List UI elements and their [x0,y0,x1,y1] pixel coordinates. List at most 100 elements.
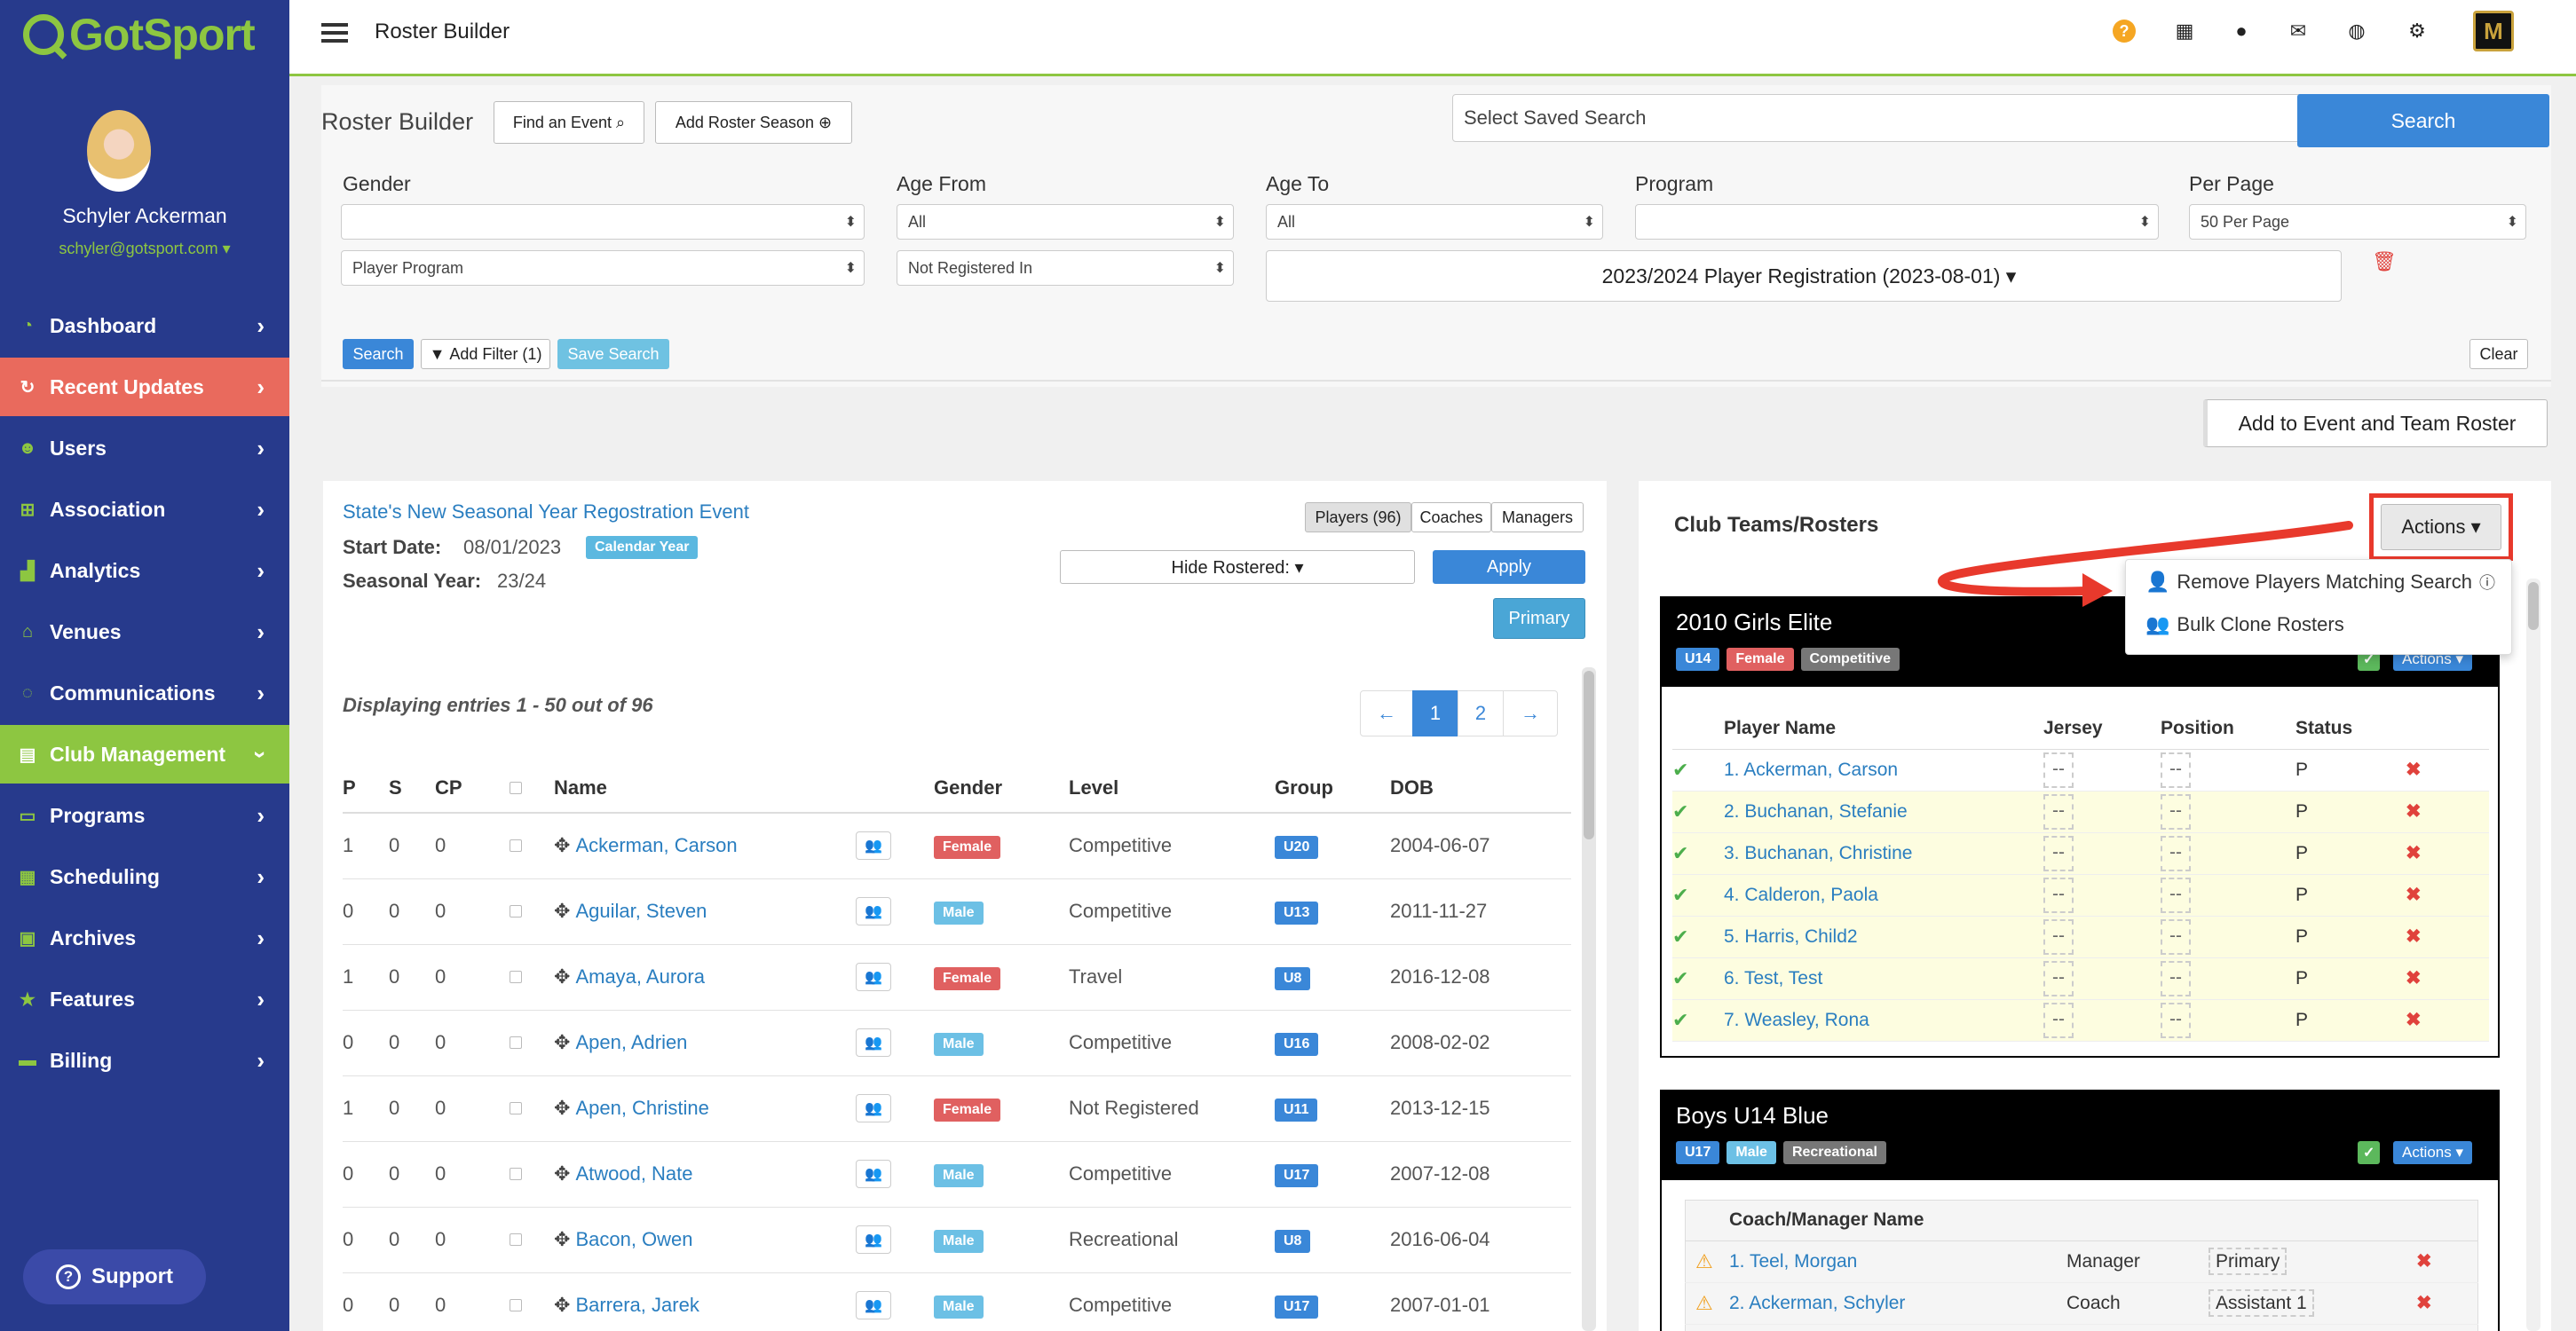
prev-page-button[interactable]: ← [1360,690,1413,736]
jersey-field[interactable]: -- [2043,960,2074,996]
move-icon[interactable]: ✥ [554,834,570,856]
users-icon[interactable]: 👥 [856,1028,891,1057]
help-icon[interactable]: ? [2113,20,2136,43]
col-dob[interactable]: DOB [1390,763,1571,814]
comments-icon[interactable]: ◍ [2343,18,2370,44]
player-name-link[interactable]: 5. Harris, Child2 [1724,926,1858,947]
remove-icon[interactable]: ✖ [2416,1293,2432,1313]
trash-icon[interactable]: 🗑 [2372,250,2397,273]
remove-icon[interactable]: ✖ [2406,801,2422,822]
team-actions-button[interactable]: Actions ▾ [2393,1141,2473,1164]
position-field[interactable]: -- [2161,918,2191,955]
per-page-select[interactable]: 50 Per Page [2189,204,2526,240]
row-checkbox[interactable] [510,1102,522,1114]
users-icon[interactable]: 👥 [856,1160,891,1188]
row-checkbox[interactable] [510,1168,522,1180]
gear-icon[interactable]: ⚙ [2404,18,2430,44]
hide-rostered-dropdown[interactable]: Hide Rostered: ▾ [1060,550,1415,584]
users-icon[interactable]: 👥 [856,963,891,991]
users-icon[interactable]: 👥 [856,1225,891,1254]
sidebar-item-communications[interactable]: ◌ Communications › [0,664,289,722]
player-name-link[interactable]: 7. Weasley, Rona [1724,1010,1869,1030]
age-to-select[interactable]: All [1266,204,1603,240]
page-2-button[interactable]: 2 [1458,690,1504,736]
player-name-link[interactable]: Amaya, Aurora [575,965,705,988]
saved-search-select[interactable]: Select Saved Search [1452,94,2329,142]
tab-coaches[interactable]: Coaches [1411,502,1491,532]
col-group[interactable]: Group [1275,763,1390,814]
staff-name-link[interactable]: 2. Ackerman, Schyler [1729,1293,1905,1313]
players-scrollbar[interactable] [1582,667,1596,1331]
hamburger-menu-icon[interactable] [321,23,348,43]
position-field[interactable]: -- [2161,752,2191,788]
col-select-all[interactable] [510,763,554,814]
sidebar-item-recent-updates[interactable]: ↻ Recent Updates › [0,358,289,416]
position-field[interactable]: -- [2161,877,2191,913]
users-icon[interactable]: 👥 [856,897,891,925]
users-icon[interactable]: 👥 [856,1094,891,1122]
jersey-field[interactable]: -- [2043,835,2074,871]
row-checkbox[interactable] [510,971,522,983]
move-icon[interactable]: ✥ [554,1097,570,1119]
move-icon[interactable]: ✥ [554,1294,570,1316]
jersey-field[interactable]: -- [2043,877,2074,913]
sidebar-item-dashboard[interactable]: ◔ Dashboard › [0,296,289,355]
type-field[interactable]: Assistant 1 [2209,1288,2314,1317]
move-icon[interactable]: ✥ [554,1162,570,1185]
page-1-button[interactable]: 1 [1412,690,1458,736]
player-name-link[interactable]: 4. Calderon, Paola [1724,885,1878,905]
jersey-field[interactable]: -- [2043,918,2074,955]
player-name-link[interactable]: Barrera, Jarek [575,1294,699,1316]
player-name-link[interactable]: 1. Ackerman, Carson [1724,760,1898,780]
remove-icon[interactable]: ✖ [2406,1010,2422,1030]
primary-button[interactable]: Primary [1493,598,1585,639]
next-page-button[interactable]: → [1503,690,1558,736]
select-all-checkbox[interactable] [510,781,522,794]
move-icon[interactable]: ✥ [554,965,570,988]
program-select[interactable] [1635,204,2159,240]
move-icon[interactable]: ✥ [554,1031,570,1053]
add-to-event-button[interactable]: Add to Event and Team Roster [2203,399,2548,447]
col-level[interactable]: Level [1069,763,1275,814]
event-title-link[interactable]: State's New Seasonal Year Regostration E… [343,500,749,524]
sidebar-item-features[interactable]: ★ Features › [0,970,289,1028]
sidebar-item-archives[interactable]: ▣ Archives › [0,909,289,967]
tab-players[interactable]: Players (96) [1305,502,1411,532]
type-field[interactable]: Primary [2209,1247,2288,1275]
sidebar-item-scheduling[interactable]: ▦ Scheduling › [0,847,289,906]
remove-icon[interactable]: ✖ [2406,760,2422,780]
sidebar-item-programs[interactable]: ▭ Programs › [0,786,289,845]
player-name-link[interactable]: Atwood, Nate [575,1162,692,1185]
remove-icon[interactable]: ✖ [2406,926,2422,947]
qr-code-icon[interactable]: ▦ [2171,18,2198,44]
row-checkbox[interactable] [510,1036,522,1049]
sidebar-item-analytics[interactable]: ▟ Analytics › [0,541,289,600]
users-icon[interactable]: 👥 [856,1291,891,1319]
bulk-clone-menu-item[interactable]: 👥 Bulk Clone Rosters [2145,613,2344,636]
player-name-link[interactable]: Ackerman, Carson [575,834,737,856]
add-roster-season-button[interactable]: Add Roster Season ⊕ [655,101,852,144]
row-checkbox[interactable] [510,839,522,853]
position-field[interactable]: -- [2161,960,2191,996]
apply-button[interactable]: Apply [1433,550,1585,584]
row-checkbox[interactable] [510,1299,522,1311]
player-name-link[interactable]: 2. Buchanan, Stefanie [1724,801,1908,822]
col-s[interactable]: S [389,763,435,814]
position-field[interactable]: -- [2161,1002,2191,1038]
gotsport-logo[interactable]: GotSport [23,4,256,66]
support-button[interactable]: ? Support [23,1249,206,1304]
player-name-link[interactable]: Aguilar, Steven [575,900,707,922]
rosters-scrollbar[interactable] [2526,579,2540,1331]
season-dropdown[interactable]: 2023/2024 Player Registration (2023-08-0… [1266,250,2342,302]
jersey-field[interactable]: -- [2043,752,2074,788]
row-checkbox[interactable] [510,1233,522,1246]
sidebar-item-association[interactable]: ⊞ Association › [0,480,289,539]
registration-status-select[interactable]: Not Registered In [897,250,1234,286]
team-checkbox-icon[interactable]: ✓ [2358,1141,2381,1164]
clear-button[interactable]: Clear [2469,339,2528,369]
player-name-link[interactable]: 6. Test, Test [1724,968,1822,988]
jersey-field[interactable]: -- [2043,1002,2074,1038]
users-icon[interactable]: 👥 [856,831,891,861]
position-field[interactable]: -- [2161,835,2191,871]
position-field[interactable]: -- [2161,793,2191,830]
